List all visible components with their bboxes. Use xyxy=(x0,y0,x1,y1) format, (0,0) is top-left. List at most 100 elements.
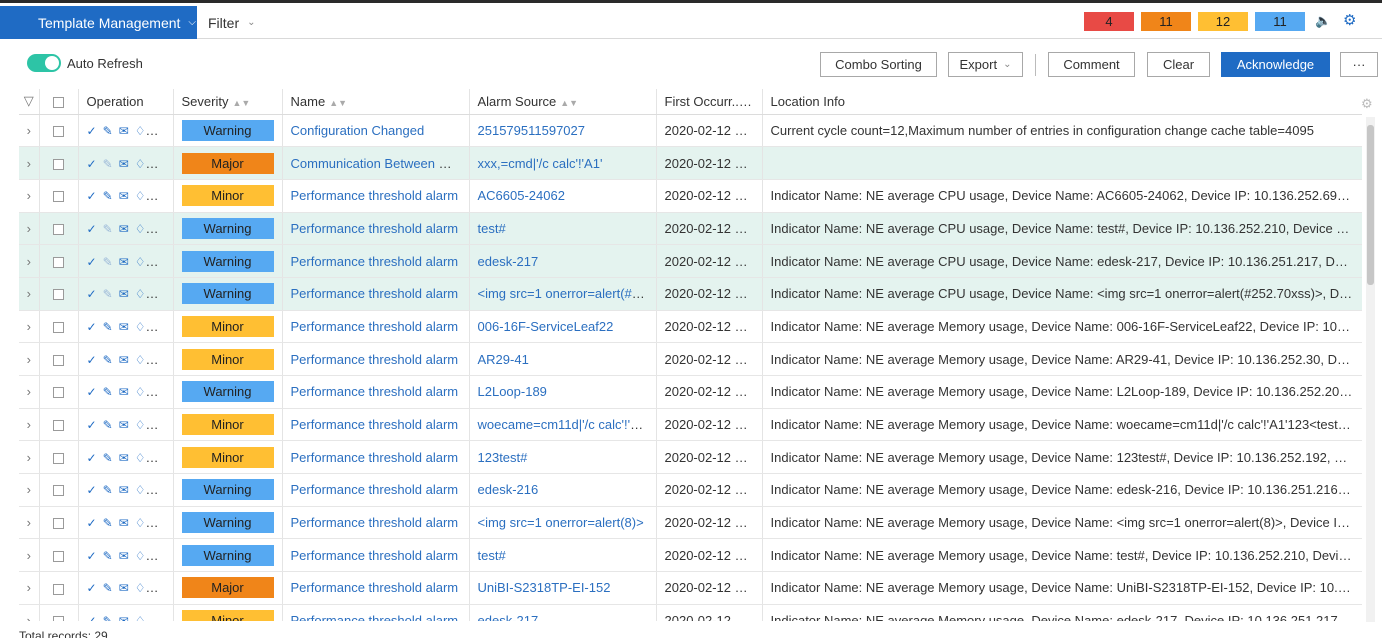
acknowledge-icon[interactable]: ✓ xyxy=(87,614,97,621)
comment-icon[interactable]: ✉ xyxy=(119,614,129,621)
row-checkbox[interactable] xyxy=(39,506,79,540)
column-header-alarm-source[interactable]: Alarm Source ▲▼ xyxy=(469,89,657,115)
acknowledge-icon[interactable]: ✓ xyxy=(87,189,97,203)
bell-icon[interactable]: ♢ xyxy=(135,189,146,203)
acknowledge-icon[interactable]: ✓ xyxy=(87,287,97,301)
alarm-name-link[interactable]: Performance threshold alarm xyxy=(291,548,459,563)
name-cell[interactable]: Performance threshold alarm xyxy=(282,277,470,311)
alarm-source-cell[interactable]: 251579511597027 xyxy=(469,114,657,148)
acknowledge-icon[interactable]: ✓ xyxy=(87,353,97,367)
alarm-source-cell[interactable]: edesk-217 xyxy=(469,604,657,621)
acknowledge-icon[interactable]: ✓ xyxy=(87,124,97,138)
comment-icon[interactable]: ✉ xyxy=(119,581,129,595)
sort-icon[interactable]: ▲▼ xyxy=(329,98,347,108)
clear-icon[interactable]: ✎ xyxy=(103,124,113,138)
combo-sorting-button[interactable]: Combo Sorting xyxy=(820,52,937,77)
major-count-badge[interactable]: 11 xyxy=(1141,12,1191,31)
alarm-source-link[interactable]: 251579511597027 xyxy=(478,123,586,138)
alarm-name-link[interactable]: Configuration Changed xyxy=(291,123,425,138)
name-cell[interactable]: Performance threshold alarm xyxy=(282,212,470,246)
alarm-settings-icon[interactable]: ⚙ xyxy=(1343,11,1356,29)
alarm-source-cell[interactable]: edesk-217 xyxy=(469,244,657,278)
alarm-source-cell[interactable]: AR29-41 xyxy=(469,342,657,376)
row-checkbox[interactable] xyxy=(39,375,79,409)
table-row[interactable]: › ✓ ✎ ✉ ♢ ··· Warning Performance threshold ala… xyxy=(19,473,1362,507)
acknowledge-icon[interactable]: ✓ xyxy=(87,255,97,269)
column-header-first-occurred[interactable]: First Occurr...▲▼ xyxy=(656,89,763,115)
comment-icon[interactable]: ✉ xyxy=(119,320,129,334)
table-row[interactable]: ›✓✎✉♢···MinorPerformance threshold alarm… xyxy=(19,310,1362,344)
clear-icon[interactable]: ✎ xyxy=(103,581,113,595)
alarm-source-link[interactable]: UniBI-S2318TP-EI-152 xyxy=(478,580,611,595)
alarm-name-link[interactable]: Performance threshold alarm xyxy=(291,450,459,465)
expand-row-icon[interactable]: › xyxy=(19,179,40,213)
scrollbar-thumb[interactable] xyxy=(1367,125,1374,285)
bell-icon[interactable]: ♢ xyxy=(135,255,146,269)
minor-count-badge[interactable]: 12 xyxy=(1198,12,1248,31)
bell-icon[interactable]: ♢ xyxy=(135,581,146,595)
alarm-source-link[interactable]: test# xyxy=(478,221,506,236)
alarm-source-cell[interactable]: xxx,=cmd|'/c calc'!'A1' xyxy=(469,146,657,180)
acknowledge-icon[interactable]: ✓ xyxy=(87,516,97,530)
alarm-source-link[interactable]: edesk-216 xyxy=(478,482,539,497)
auto-refresh-toggle[interactable] xyxy=(27,54,61,72)
name-cell[interactable]: Configuration Changed xyxy=(282,114,470,148)
comment-icon[interactable]: ✉ xyxy=(119,157,129,171)
alarm-name-link[interactable]: Performance threshold alarm xyxy=(291,188,459,203)
table-row[interactable]: ›✓✎✉♢···MinorPerformance threshold alarm… xyxy=(19,604,1362,621)
column-settings-icon[interactable]: ⚙ xyxy=(1361,96,1373,112)
alarm-source-cell[interactable]: test# xyxy=(469,212,657,246)
expand-row-icon[interactable]: › xyxy=(19,212,40,246)
table-row[interactable]: › ✓ ✎ ✉ ♢ ··· Warning Performance threshold ala… xyxy=(19,506,1362,540)
comment-icon[interactable]: ✉ xyxy=(119,385,129,399)
sort-icon[interactable]: ▲▼ xyxy=(560,98,578,108)
alarm-source-cell[interactable]: <img src=1 onerror=alert(8)> xyxy=(469,506,657,540)
alarm-source-link[interactable]: AR29-41 xyxy=(478,352,529,367)
row-checkbox[interactable] xyxy=(39,277,79,311)
expand-row-icon[interactable]: › xyxy=(19,571,40,605)
more-actions-button[interactable]: ··· xyxy=(1340,52,1378,77)
expand-row-icon[interactable]: › xyxy=(19,473,40,507)
table-row[interactable]: › ✓ ✎ ✉ ♢ ··· Warning Configuration Changed 2515… xyxy=(19,114,1362,148)
row-checkbox[interactable] xyxy=(39,571,79,605)
bell-icon[interactable]: ♢ xyxy=(135,451,146,465)
row-checkbox[interactable] xyxy=(39,342,79,376)
acknowledge-icon[interactable]: ✓ xyxy=(87,385,97,399)
row-checkbox[interactable] xyxy=(39,244,79,278)
name-cell[interactable]: Performance threshold alarm xyxy=(282,179,470,213)
clear-button[interactable]: Clear xyxy=(1147,52,1210,77)
comment-icon[interactable]: ✉ xyxy=(119,451,129,465)
alarm-name-link[interactable]: Performance threshold alarm xyxy=(291,352,459,367)
tab-filter[interactable]: Filter ⌄ xyxy=(208,6,256,39)
clear-icon[interactable]: ✎ xyxy=(103,320,113,334)
table-row[interactable]: › ✓ ✎ ✉ ♢ ··· Warning Performance threshold ala… xyxy=(19,277,1362,311)
table-row[interactable]: › ✓ ✎ ✉ ♢ ··· Major Communication Between NM...… xyxy=(19,146,1362,180)
clear-icon[interactable]: ✎ xyxy=(103,549,113,563)
alarm-source-link[interactable]: 123test# xyxy=(478,450,528,465)
bell-icon[interactable]: ♢ xyxy=(135,385,146,399)
export-button[interactable]: Export ⌄ xyxy=(948,52,1023,77)
bell-icon[interactable]: ♢ xyxy=(135,353,146,367)
speaker-icon[interactable]: 🔈 xyxy=(1315,13,1331,29)
bell-icon[interactable]: ♢ xyxy=(135,157,146,171)
acknowledge-icon[interactable]: ✓ xyxy=(87,157,97,171)
expand-row-icon[interactable]: › xyxy=(19,146,40,180)
bell-icon[interactable]: ♢ xyxy=(135,614,146,621)
clear-icon[interactable]: ✎ xyxy=(103,287,113,301)
bell-icon[interactable]: ♢ xyxy=(135,287,146,301)
name-cell[interactable]: Performance threshold alarm xyxy=(282,473,470,507)
expand-row-icon[interactable]: › xyxy=(19,342,40,376)
comment-icon[interactable]: ✉ xyxy=(119,222,129,236)
alarm-source-link[interactable]: <img src=1 onerror=alert(#25... xyxy=(478,286,656,301)
table-row[interactable]: › ✓ ✎ ✉ ♢ ··· Warning Performance threshold ala… xyxy=(19,375,1362,409)
clear-icon[interactable]: ✎ xyxy=(103,614,113,621)
acknowledge-icon[interactable]: ✓ xyxy=(87,451,97,465)
expand-row-icon[interactable]: › xyxy=(19,408,40,442)
table-row[interactable]: ›✓✎✉♢···MinorPerformance threshold alarm… xyxy=(19,440,1362,475)
alarm-source-cell[interactable]: AC6605-24062 xyxy=(469,179,657,213)
acknowledge-icon[interactable]: ✓ xyxy=(87,483,97,497)
comment-button[interactable]: Comment xyxy=(1048,52,1135,77)
table-row[interactable]: ›✓✎✉♢···MinorPerformance threshold alarm… xyxy=(19,179,1362,213)
alarm-source-link[interactable]: xxx,=cmd|'/c calc'!'A1' xyxy=(478,156,603,171)
alarm-source-cell[interactable]: <img src=1 onerror=alert(#25... xyxy=(469,277,657,311)
